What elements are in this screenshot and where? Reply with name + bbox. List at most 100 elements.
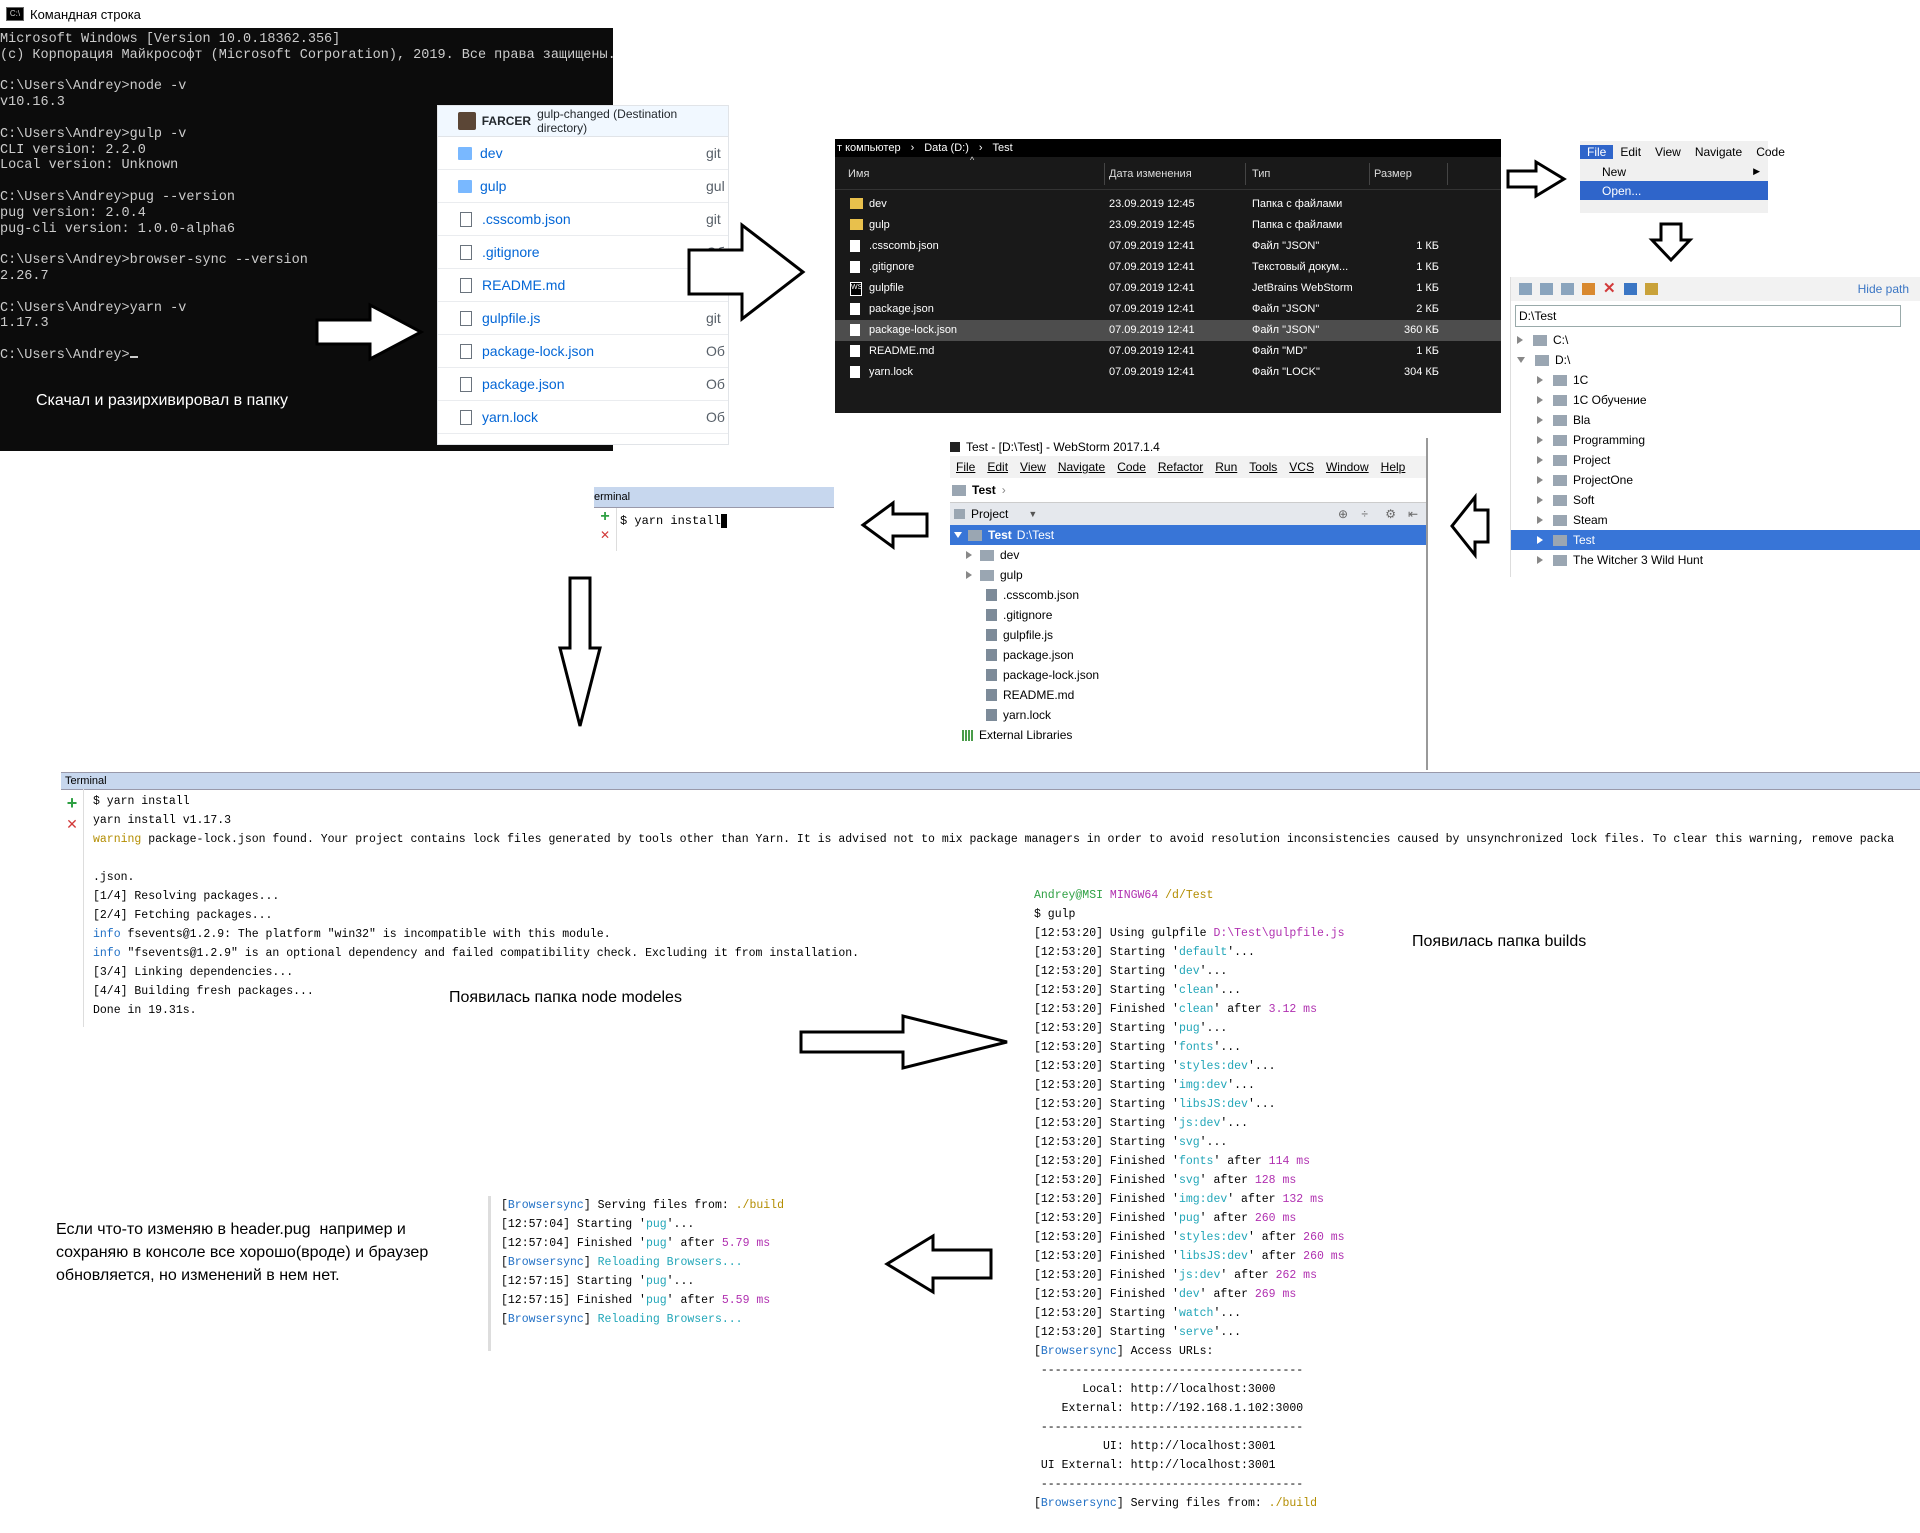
dir-tree-item[interactable]: Project: [1511, 450, 1920, 470]
column-name[interactable]: Имя: [848, 168, 869, 180]
dir-tree-item[interactable]: 1С Обучение: [1511, 390, 1920, 410]
column-divider[interactable]: [1369, 163, 1370, 185]
commit-author[interactable]: FARCER: [482, 114, 531, 128]
chevron-right-icon[interactable]: [1537, 496, 1543, 504]
ws-menu-item[interactable]: View: [1014, 460, 1052, 474]
add-terminal-icon[interactable]: +: [594, 508, 616, 526]
cmd-titlebar[interactable]: C:\ Командная строка: [0, 0, 613, 28]
explorer-row[interactable]: .gitignore 07.09.2019 12:41 Текстовый доку…: [835, 257, 1501, 278]
ws-menu-item[interactable]: Window: [1320, 460, 1375, 474]
file-name[interactable]: package.json: [482, 376, 565, 392]
close-terminal-icon[interactable]: ✕: [594, 526, 616, 544]
show-hidden-icon[interactable]: [1644, 283, 1658, 295]
file-row[interactable]: yarn.lock Об: [438, 401, 728, 434]
chevron-right-icon[interactable]: [1537, 376, 1543, 384]
menu-item-new[interactable]: New ▶: [1580, 162, 1768, 181]
explorer-row[interactable]: WS gulpfile 07.09.2019 12:41 JetBrains WebS…: [835, 278, 1501, 299]
new-folder-icon[interactable]: [1582, 283, 1595, 295]
delete-icon[interactable]: ✕: [1603, 281, 1616, 296]
ws-titlebar[interactable]: Test - [D:\Test] - WebStorm 2017.1.4: [950, 438, 1426, 456]
ws-menu-item[interactable]: Edit: [981, 460, 1014, 474]
chevron-right-icon[interactable]: [1537, 476, 1543, 484]
commit-msg[interactable]: git: [706, 145, 721, 161]
project-tree-item[interactable]: gulpfile.js: [950, 625, 1426, 645]
add-terminal-icon[interactable]: +: [61, 791, 83, 815]
nav-project[interactable]: Test: [972, 483, 996, 497]
column-size[interactable]: Размер: [1374, 168, 1412, 180]
chevron-right-icon[interactable]: [1537, 556, 1543, 564]
file-row[interactable]: .gitignoreОб: [438, 236, 728, 269]
column-divider[interactable]: [1245, 163, 1246, 185]
column-type[interactable]: Тип: [1252, 168, 1270, 180]
dir-tree-item[interactable]: Test: [1511, 530, 1920, 550]
file-name[interactable]: gulpfile.js: [482, 310, 540, 326]
ws-menu-item[interactable]: Refactor: [1152, 460, 1209, 474]
commit-msg[interactable]: Об: [706, 343, 725, 359]
chevron-down-icon[interactable]: [1517, 357, 1525, 363]
gear-icon[interactable]: ⚙: [1385, 507, 1396, 521]
dir-tree-item[interactable]: C:\: [1511, 330, 1920, 350]
chevron-right-icon[interactable]: [1537, 456, 1543, 464]
column-divider[interactable]: [1447, 163, 1448, 185]
ws-menu-item[interactable]: Navigate: [1052, 460, 1111, 474]
dir-tree-item[interactable]: Programming: [1511, 430, 1920, 450]
browsersync-console[interactable]: [Browsersync] Serving files from: ./buil…: [488, 1196, 821, 1351]
breadcrumb-item[interactable]: Test: [993, 142, 1013, 154]
project-tree-item[interactable]: package-lock.json: [950, 665, 1426, 685]
project-tree-item[interactable]: package.json: [950, 645, 1426, 665]
file-name[interactable]: yarn.lock: [482, 409, 538, 425]
explorer-row[interactable]: package.json 07.09.2019 12:41 Файл "JSON" 2…: [835, 299, 1501, 320]
column-divider[interactable]: [1104, 163, 1105, 185]
column-date[interactable]: Дата изменения: [1109, 168, 1192, 180]
panel-label[interactable]: Project: [971, 507, 1008, 521]
explorer-row[interactable]: gulp 23.09.2019 12:45 Папка с файлами: [835, 215, 1501, 236]
dir-tree-item[interactable]: D:\: [1511, 350, 1920, 370]
commit-msg[interactable]: Об: [706, 409, 725, 425]
file-row[interactable]: dev git: [438, 137, 728, 170]
ws-menu-item[interactable]: Help: [1375, 460, 1412, 474]
commit-msg[interactable]: Об: [706, 376, 725, 392]
external-libraries[interactable]: External Libraries: [950, 725, 1426, 745]
breadcrumb[interactable]: т компьютер › Data (D:) › Test: [835, 139, 1501, 157]
hide-path-link[interactable]: Hide path: [1858, 282, 1909, 296]
menu-item-open[interactable]: Open...: [1580, 181, 1768, 200]
project-tree-item[interactable]: .csscomb.json: [950, 585, 1426, 605]
file-row[interactable]: package-lock.json Об: [438, 335, 728, 368]
terminal-input[interactable]: $ yarn install: [594, 508, 834, 528]
project-tree-item[interactable]: gulp: [950, 565, 1426, 585]
dir-tree-item[interactable]: 1C: [1511, 370, 1920, 390]
project-icon[interactable]: [1561, 283, 1574, 295]
project-tree-item[interactable]: yarn.lock: [950, 705, 1426, 725]
dir-tree-item[interactable]: The Witcher 3 Wild Hunt: [1511, 550, 1920, 570]
gulp-console[interactable]: Andrey@MSI MINGW64 /d/Test $ gulp [12:53…: [1034, 886, 1554, 1516]
file-name[interactable]: .gitignore: [482, 244, 540, 260]
ws-menu-item[interactable]: Run: [1209, 460, 1243, 474]
file-row[interactable]: gulpfile.js git: [438, 302, 728, 335]
chevron-right-icon[interactable]: [966, 571, 972, 579]
chevron-right-icon[interactable]: [1537, 536, 1543, 544]
desktop-icon[interactable]: [1540, 283, 1553, 295]
ws-menu-item[interactable]: Tools: [1243, 460, 1283, 474]
menu-view[interactable]: View: [1648, 145, 1688, 159]
locate-icon[interactable]: ⊕: [1338, 507, 1348, 521]
menu-file[interactable]: File: [1580, 144, 1614, 159]
menu-edit[interactable]: Edit: [1613, 145, 1648, 159]
chevron-right-icon[interactable]: [1537, 516, 1543, 524]
home-icon[interactable]: [1519, 283, 1532, 295]
file-name[interactable]: package-lock.json: [482, 343, 594, 359]
refresh-icon[interactable]: [1623, 283, 1637, 295]
file-name[interactable]: README.md: [482, 277, 565, 293]
close-terminal-icon[interactable]: ✕: [61, 815, 83, 833]
file-row[interactable]: gulp gul: [438, 170, 728, 203]
menu-navigate[interactable]: Navigate: [1688, 145, 1749, 159]
explorer-row[interactable]: package-lock.json 07.09.2019 12:41 Файл "J…: [835, 320, 1501, 341]
ws-menu-item[interactable]: Code: [1111, 460, 1152, 474]
dir-tree-item[interactable]: ProjectOne: [1511, 470, 1920, 490]
collapse-icon[interactable]: ÷: [1361, 507, 1368, 521]
chevron-right-icon[interactable]: [1537, 416, 1543, 424]
chevron-right-icon[interactable]: [966, 551, 972, 559]
hide-panel-icon[interactable]: ⇤: [1408, 507, 1418, 521]
tree-root[interactable]: Test D:\Test: [950, 525, 1426, 545]
file-row[interactable]: .csscomb.json git: [438, 203, 728, 236]
commit-message[interactable]: gulp-changed (Destination directory): [537, 107, 728, 135]
